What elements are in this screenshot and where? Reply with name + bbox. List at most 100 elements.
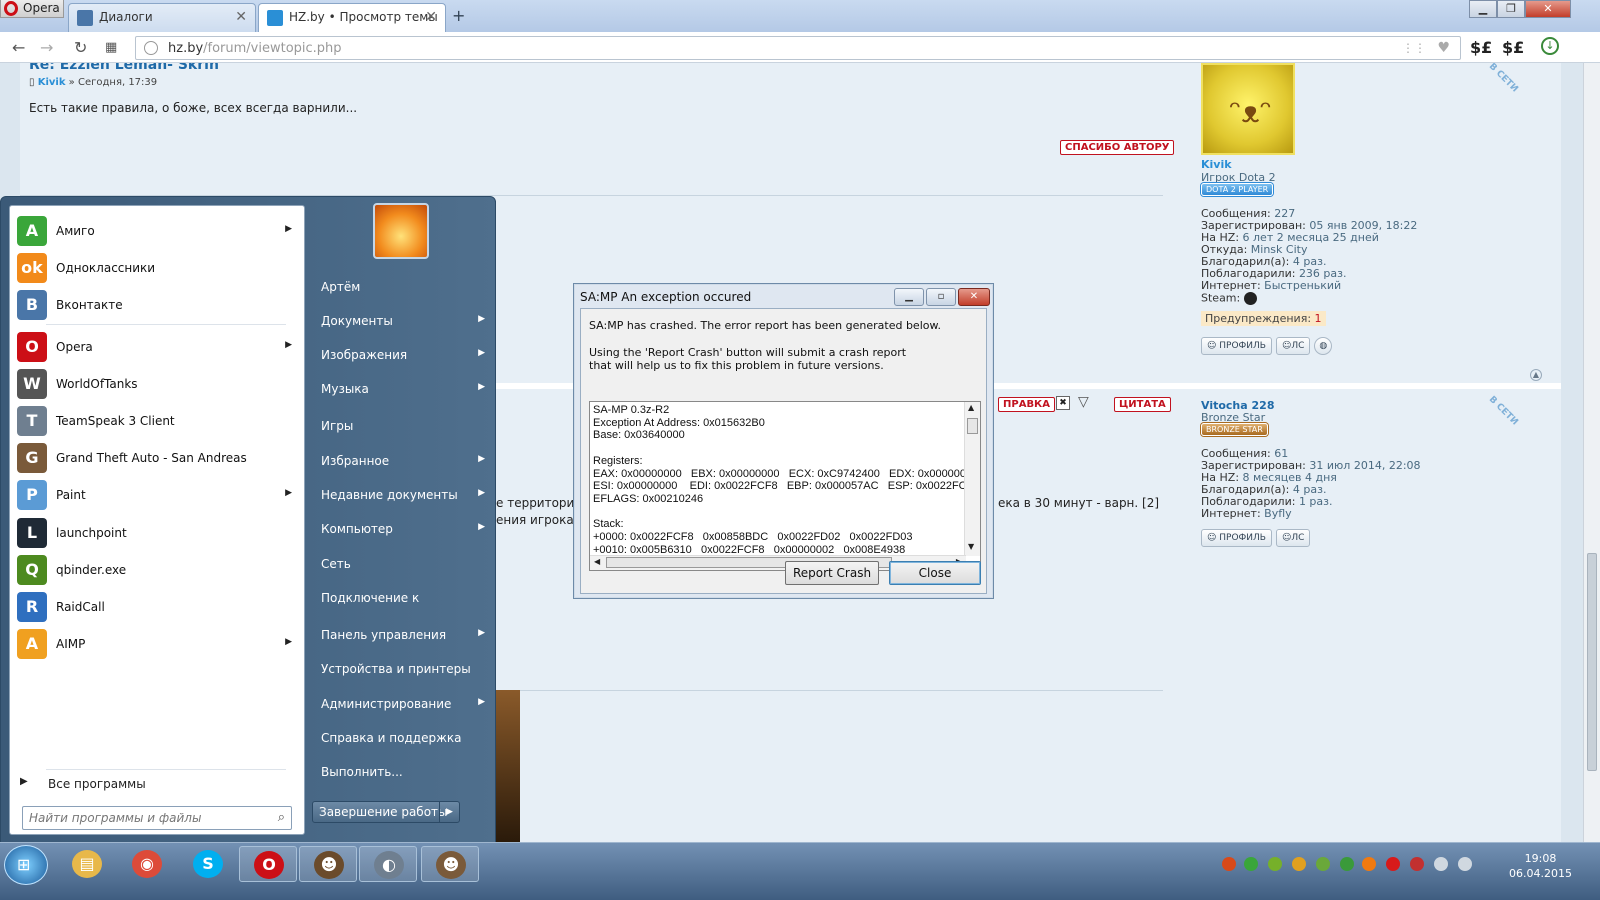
pm-button[interactable]: ☺ЛС — [1275, 337, 1311, 355]
extension-currency-2[interactable]: $£ — [1502, 38, 1524, 57]
report-post-icon[interactable]: ▽ — [1078, 394, 1089, 410]
page-scrollbar[interactable] — [1583, 63, 1600, 842]
tiles-icon[interactable]: ⋮⋮ — [1402, 41, 1426, 55]
start-button[interactable]: ⊞ — [4, 845, 48, 885]
submenu-arrow-icon[interactable]: ▶ — [478, 314, 485, 324]
site-info-icon[interactable] — [144, 41, 158, 55]
start-item-raidcall[interactable]: R RaidCall — [14, 590, 302, 626]
vertical-scrollbar[interactable]: ▲ ▼ — [964, 402, 980, 556]
start-place-item[interactable]: Справка и поддержка — [317, 723, 489, 753]
taskbar-app-gta-samp[interactable]: ☻ — [299, 846, 357, 882]
start-item-vkontakte[interactable]: B Вконтакте — [14, 288, 302, 324]
dialog-maximize-button[interactable]: ▫ — [926, 288, 956, 306]
submenu-arrow-icon[interactable]: ▶ — [478, 454, 485, 464]
tray-utorrent-icon[interactable] — [1316, 857, 1330, 871]
submenu-arrow-icon[interactable]: ▶ — [285, 488, 292, 498]
start-place-item[interactable]: Игры — [317, 411, 489, 441]
taskbar-clock[interactable]: 19:08 06.04.2015 — [1509, 851, 1572, 881]
start-item-amigo[interactable]: A Амиго ▶ — [14, 214, 302, 250]
scrollbar-thumb[interactable] — [1587, 553, 1597, 771]
start-place-item[interactable]: Устройства и принтеры — [317, 654, 489, 684]
dialog-minimize-button[interactable]: ▁ — [894, 288, 924, 306]
start-place-item[interactable]: Недавние документы ▶ — [317, 480, 489, 510]
thanks-author-button[interactable]: СПАСИБО АВТОРУ — [1060, 140, 1175, 155]
tray-chat-icon[interactable] — [1386, 857, 1400, 871]
all-programs-link[interactable]: Все программы — [48, 777, 146, 791]
avatar[interactable]: ᵔᴥᵔ — [1201, 63, 1295, 155]
tray-qbinder-icon[interactable] — [1340, 857, 1354, 871]
profile-button[interactable]: ☺ ПРОФИЛЬ — [1201, 337, 1272, 355]
tray-flag-icon[interactable] — [1410, 857, 1424, 871]
scroll-left-icon[interactable]: ◀ — [594, 557, 600, 566]
taskbar-app-skype[interactable]: S — [179, 846, 237, 882]
tray-amigo-icon[interactable] — [1244, 857, 1258, 871]
edit-button[interactable]: ПРАВКА — [998, 397, 1055, 412]
start-place-item[interactable]: Подключение к — [317, 583, 489, 613]
start-place-item[interactable]: Документы ▶ — [317, 306, 489, 336]
start-place-item[interactable]: Панель управления ▶ — [317, 620, 489, 650]
start-item-qbinder[interactable]: Qqbinder.exe — [14, 553, 302, 589]
all-programs-arrow-icon[interactable]: ▶ — [20, 776, 28, 787]
extension-currency-1[interactable]: $£ — [1470, 38, 1492, 57]
website-globe-icon[interactable]: ◍ — [1314, 337, 1333, 355]
start-item-opera[interactable]: O Opera ▶ — [14, 330, 302, 366]
minimize-window-button[interactable]: ▁ — [1469, 0, 1497, 18]
post-author[interactable]: Kivik — [38, 77, 66, 88]
start-item-teamspeak[interactable]: T TeamSpeak 3 Client — [14, 404, 302, 440]
start-item-aimp[interactable]: A AIMP ▶ — [14, 627, 302, 663]
tray-nvidia-icon[interactable] — [1268, 857, 1282, 871]
taskbar-app-chrome[interactable]: ◉ — [118, 846, 176, 882]
address-input[interactable]: hz.by/forum/viewtopic.php ⋮⋮ ♥ — [135, 36, 1461, 60]
user-picture[interactable] — [373, 203, 429, 259]
reload-icon[interactable]: ↻ — [74, 38, 87, 57]
close-window-button[interactable]: ✕ — [1525, 0, 1571, 18]
close-tab-icon[interactable]: ✕ — [235, 9, 247, 25]
taskbar-app-opera[interactable]: O — [239, 846, 297, 882]
tray-aimp-icon[interactable] — [1362, 857, 1376, 871]
submenu-arrow-icon[interactable]: ▶ — [478, 697, 485, 707]
search-icon[interactable]: ⌕ — [278, 810, 285, 825]
user-name[interactable]: Kivik — [1201, 158, 1232, 171]
start-place-item[interactable]: Артём — [317, 272, 489, 302]
tray-network-icon[interactable] — [1434, 857, 1448, 871]
submenu-arrow-icon[interactable]: ▶ — [285, 224, 292, 234]
report-crash-button[interactable]: Report Crash — [785, 561, 879, 585]
profile-button[interactable]: ☺ ПРОФИЛЬ — [1201, 529, 1272, 547]
heart-bookmark-icon[interactable]: ♥ — [1437, 40, 1450, 56]
delete-post-icon[interactable]: ✖ — [1056, 396, 1070, 410]
submenu-arrow-icon[interactable]: ▶ — [478, 382, 485, 392]
maximize-window-button[interactable]: ❐ — [1497, 0, 1525, 18]
back-arrow-icon[interactable]: ← — [12, 38, 25, 57]
shutdown-button[interactable]: Завершение работы ▶ — [312, 801, 460, 823]
dialog-close-icon[interactable]: ✕ — [958, 288, 990, 306]
taskbar-app-gta[interactable]: ☻ — [421, 846, 479, 882]
scroll-top-icon[interactable]: ▲ — [1530, 369, 1542, 381]
submenu-arrow-icon[interactable]: ▶ — [285, 340, 292, 350]
quote-button[interactable]: ЦИТАТА — [1114, 397, 1171, 412]
tab-dialogs[interactable]: Диалоги ✕ — [68, 3, 256, 32]
tray-opera-icon[interactable] — [1222, 857, 1236, 871]
shutdown-options-arrow-icon[interactable]: ▶ — [439, 802, 459, 822]
start-place-item[interactable]: Музыка ▶ — [317, 374, 489, 404]
tray-users-icon[interactable] — [1292, 857, 1306, 871]
download-icon[interactable]: ↓ — [1541, 37, 1559, 55]
submenu-arrow-icon[interactable]: ▶ — [478, 522, 485, 532]
scroll-down-icon[interactable]: ▼ — [968, 542, 974, 551]
pm-button[interactable]: ☺ЛС — [1275, 529, 1311, 547]
close-tab-icon[interactable]: ✕ — [425, 9, 437, 25]
scroll-thumb[interactable] — [967, 418, 978, 434]
start-place-item[interactable]: Компьютер ▶ — [317, 514, 489, 544]
submenu-arrow-icon[interactable]: ▶ — [478, 628, 485, 638]
start-place-item[interactable]: Избранное ▶ — [317, 446, 489, 476]
start-place-item[interactable]: Администрирование ▶ — [317, 689, 489, 719]
start-place-item[interactable]: Изображения ▶ — [317, 340, 489, 370]
tab-hz-forum[interactable]: HZ.by • Просмотр темы ✕ — [258, 3, 446, 32]
start-item-odnoklassniki[interactable]: ok Одноклассники — [14, 251, 302, 287]
opera-menu-button[interactable]: Opera — [0, 0, 64, 18]
crash-report-textbox[interactable]: SA-MP 0.3z-R2 Exception At Address: 0x01… — [589, 401, 981, 571]
taskbar-app-explorer[interactable]: ▤ — [58, 846, 116, 882]
start-item-gta[interactable]: G Grand Theft Auto - San Andreas — [14, 441, 302, 477]
submenu-arrow-icon[interactable]: ▶ — [478, 348, 485, 358]
scroll-up-icon[interactable]: ▲ — [968, 403, 974, 412]
start-item-worldoftanks[interactable]: W WorldOfTanks — [14, 367, 302, 403]
